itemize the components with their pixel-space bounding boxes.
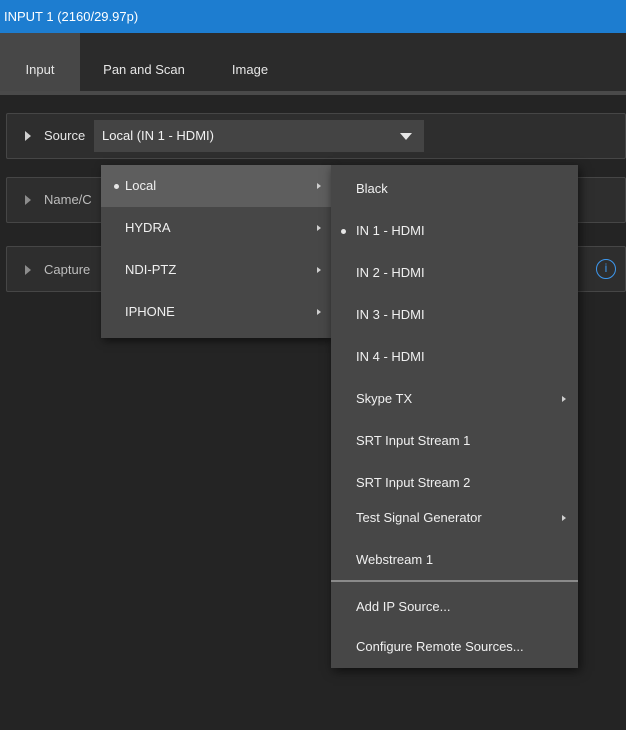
window-title: INPUT 1 (2160/29.97p): [0, 0, 626, 33]
menu-item-in3-hdmi[interactable]: IN 3 - HDMI: [331, 294, 578, 336]
menu-item-srt-input-stream-1[interactable]: SRT Input Stream 1: [331, 420, 578, 462]
menu-item-label: Skype TX: [356, 391, 413, 406]
tab-bar: Input Pan and Scan Image: [0, 33, 626, 95]
menu-item-label: NDI-PTZ: [125, 262, 177, 277]
expand-source-icon[interactable]: [25, 131, 31, 141]
submenu-arrow-icon: [562, 515, 566, 521]
menu-item-ndi-ptz[interactable]: NDI-PTZ: [101, 249, 331, 291]
local-sources-menu: Black IN 1 - HDMI IN 2 - HDMI IN 3 - HDM…: [331, 165, 578, 668]
menu-item-label: IN 3 - HDMI: [356, 307, 425, 322]
menu-item-label: Configure Remote Sources...: [356, 639, 524, 654]
submenu-arrow-icon: [317, 267, 321, 273]
name-label: Name/C: [44, 192, 92, 207]
menu-item-label: IN 2 - HDMI: [356, 265, 425, 280]
menu-item-label: SRT Input Stream 1: [356, 433, 471, 448]
tab-image[interactable]: Image: [212, 33, 288, 91]
submenu-arrow-icon: [317, 183, 321, 189]
menu-item-add-ip-source[interactable]: Add IP Source...: [331, 586, 578, 628]
menu-item-skype-tx[interactable]: Skype TX: [331, 378, 578, 420]
menu-item-label: IN 4 - HDMI: [356, 349, 425, 364]
menu-item-local[interactable]: Local: [101, 165, 331, 207]
selected-dot-icon: [341, 229, 346, 234]
menu-item-label: Webstream 1: [356, 552, 434, 567]
menu-item-test-signal-generator[interactable]: Test Signal Generator: [331, 497, 578, 539]
source-dropdown[interactable]: Local (IN 1 - HDMI): [94, 120, 424, 152]
submenu-arrow-icon: [317, 225, 321, 231]
expand-name-icon[interactable]: [25, 195, 31, 205]
tab-divider: [0, 91, 626, 95]
source-dropdown-value: Local (IN 1 - HDMI): [102, 128, 214, 143]
chevron-down-icon: [400, 133, 412, 140]
submenu-arrow-icon: [562, 396, 566, 402]
menu-item-label: Test Signal Generator: [356, 510, 482, 525]
menu-item-configure-remote-sources[interactable]: Configure Remote Sources...: [331, 626, 578, 668]
menu-item-label: Add IP Source...: [356, 599, 451, 614]
capture-label: Capture: [44, 262, 91, 277]
submenu-arrow-icon: [317, 309, 321, 315]
menu-item-in4-hdmi[interactable]: IN 4 - HDMI: [331, 336, 578, 378]
tab-pan-and-scan[interactable]: Pan and Scan: [88, 33, 200, 91]
menu-item-label: HYDRA: [125, 220, 171, 235]
menu-item-in2-hdmi[interactable]: IN 2 - HDMI: [331, 252, 578, 294]
menu-item-label: IPHONE: [125, 304, 175, 319]
menu-item-webstream-1[interactable]: Webstream 1: [331, 539, 578, 581]
menu-item-hydra[interactable]: HYDRA: [101, 207, 331, 249]
menu-item-label: Local: [125, 178, 157, 193]
source-label: Source: [44, 128, 86, 143]
menu-separator: [331, 580, 578, 582]
selected-dot-icon: [114, 184, 119, 189]
tab-input[interactable]: Input: [0, 33, 80, 91]
expand-capture-icon[interactable]: [25, 265, 31, 275]
info-icon[interactable]: i: [596, 259, 616, 279]
menu-item-black[interactable]: Black: [331, 168, 578, 210]
menu-item-in1-hdmi[interactable]: IN 1 - HDMI: [331, 210, 578, 252]
menu-item-label: IN 1 - HDMI: [356, 223, 425, 238]
menu-item-iphone[interactable]: IPHONE: [101, 291, 331, 333]
source-group-menu: Local HYDRA NDI-PTZ IPHONE: [101, 165, 331, 338]
menu-item-label: Black: [356, 181, 388, 196]
